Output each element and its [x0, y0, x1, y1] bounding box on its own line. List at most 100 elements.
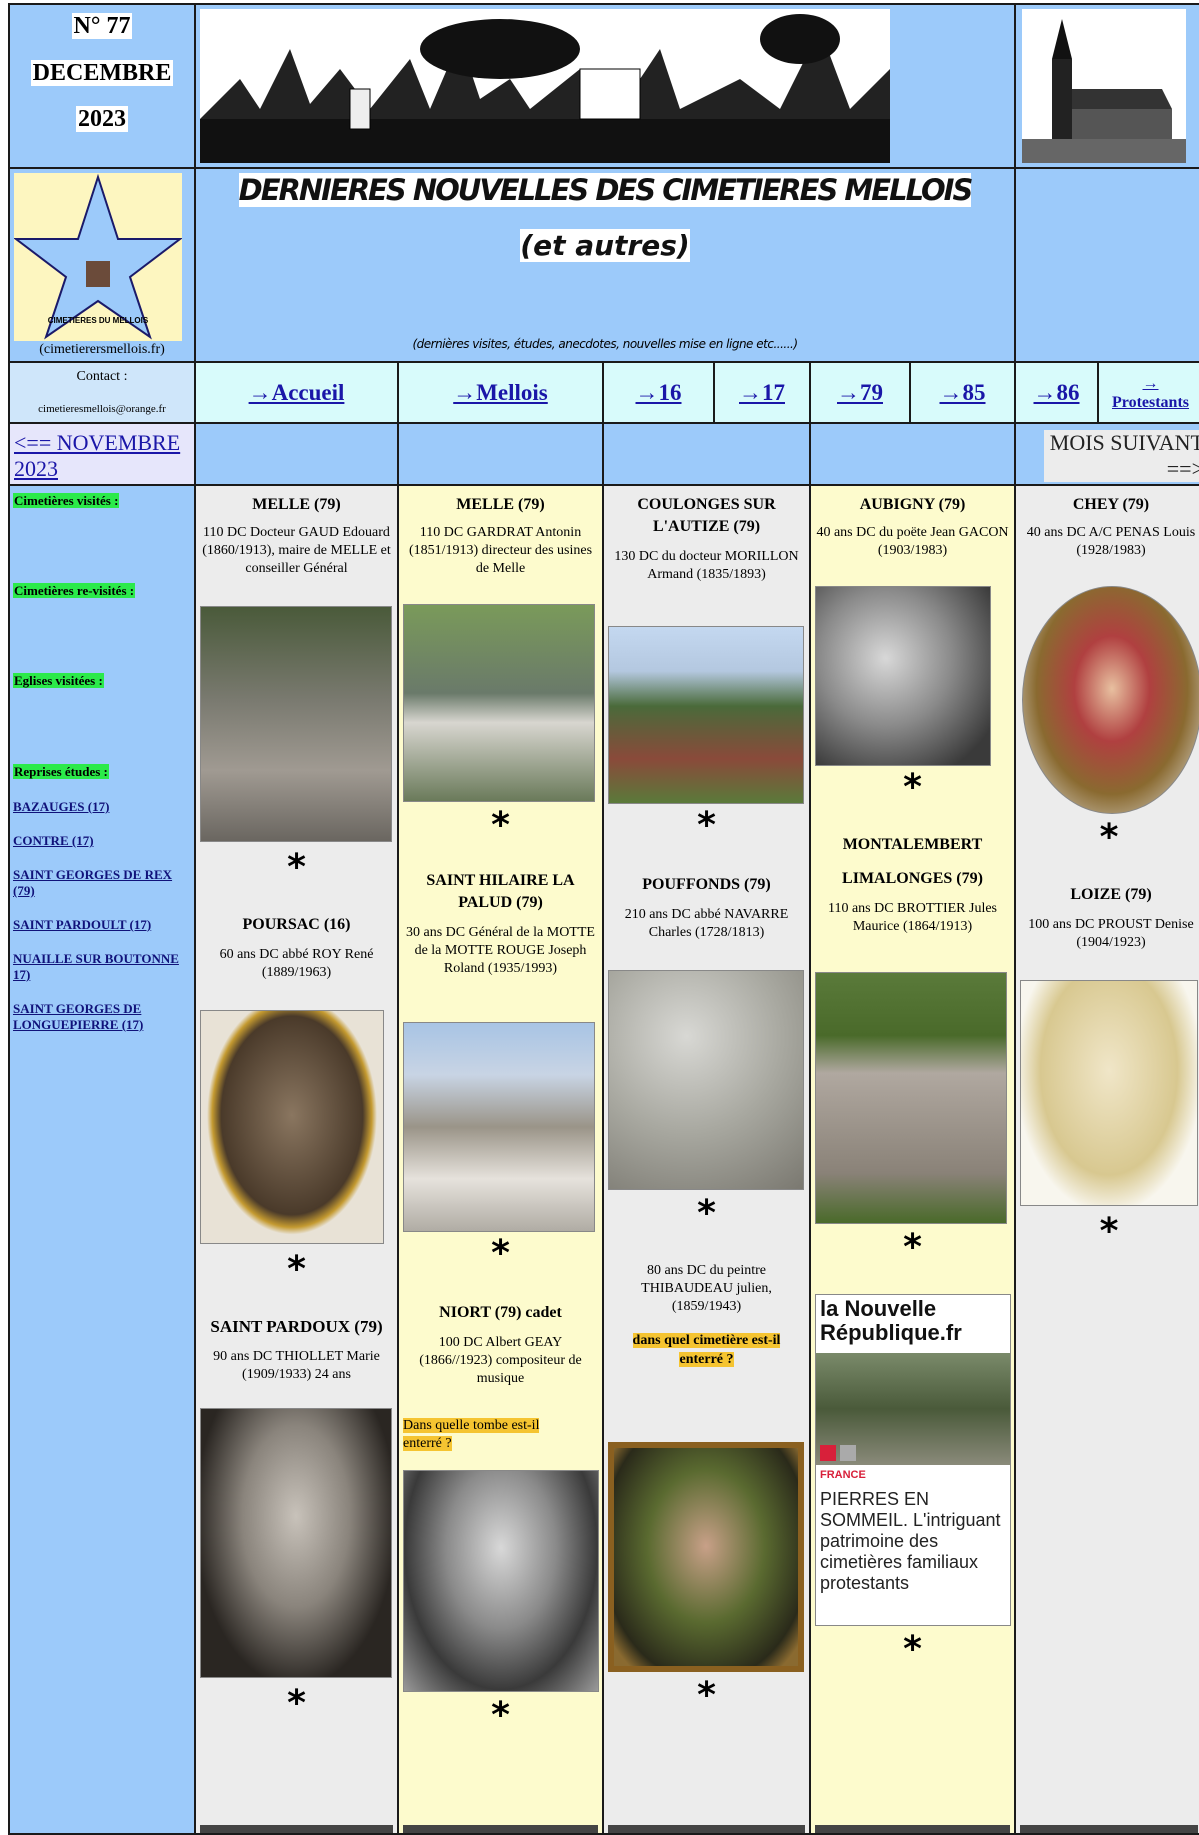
home-icon[interactable]: [820, 1445, 836, 1461]
sidebar-churches-tag: Eglises visitées :: [13, 673, 104, 688]
brottier-grave-photo[interactable]: [815, 972, 1007, 1224]
col4-b-title-1: MONTALEMBERT: [842, 836, 983, 853]
next-month-link[interactable]: MOIS SUIVANT==>: [1044, 430, 1199, 482]
col4-b-title-2: LIMALONGES (79): [842, 870, 983, 887]
news-headline: PIERRES EN SOMMEIL. L'intriguant patrimo…: [820, 1489, 1001, 1593]
col2-star-1: *: [491, 805, 510, 846]
nav-accueil-cell: →Accueil: [194, 361, 399, 424]
nav-86-link[interactable]: →86: [1034, 380, 1080, 406]
banner-cell: [194, 3, 1016, 169]
nav-mellois-link[interactable]: →Mellois: [453, 380, 548, 406]
sidebar-link-contre[interactable]: CONTRE (17): [13, 833, 188, 849]
issue-year: 2023: [76, 106, 128, 132]
marie-thiollet-portrait[interactable]: [200, 1408, 392, 1678]
col5-footer-banner: [1020, 1825, 1198, 1833]
abbe-roy-portrait[interactable]: [200, 1010, 384, 1244]
contact-cell: Contact : cimetieresmellois@orange.fr: [8, 361, 196, 424]
nav-protestants-link[interactable]: Protestants: [1112, 393, 1189, 412]
sidebar-link-saint-georges-de-rex[interactable]: SAINT GEORGES DE REX (79): [13, 867, 188, 899]
nav-79-link[interactable]: →79: [837, 380, 883, 406]
sidebar-studies-tag: Reprises études :: [13, 764, 109, 779]
pager-spacer-2: [397, 422, 604, 486]
contact-email[interactable]: cimetieresmellois@orange.fr: [10, 403, 194, 415]
contact-label: Contact :: [76, 369, 128, 384]
nav-accueil-link[interactable]: →Accueil: [249, 380, 345, 406]
gardrat-grave-photo[interactable]: [403, 604, 595, 802]
logo-text: CIMETIERES DU MELLOIS: [48, 316, 149, 325]
pouffonds-stone-photo[interactable]: [608, 970, 804, 1190]
news-brand-1: la Nouvelle: [820, 1296, 937, 1321]
issue-number: N° 77: [71, 13, 133, 39]
col5-a-title: CHEY (79): [1072, 496, 1150, 513]
col2-c-text: 100 DC Albert GEAY (1866//1923) composit…: [419, 1335, 582, 1386]
site-title: DERNIERES NOUVELLES DES CIMETIERES MELLO…: [238, 173, 973, 207]
next-month-cell: MOIS SUIVANT==>: [1014, 422, 1199, 486]
col5-star-1: *: [1099, 817, 1119, 858]
site-logo: CIMETIERES DU MELLOIS: [13, 173, 183, 341]
col3-footer-banner: [608, 1825, 805, 1833]
sidebar-link-saint-pardoult[interactable]: SAINT PARDOULT (17): [13, 917, 188, 933]
col2-b-title: SAINT HILAIRE LA PALUD (79): [426, 872, 575, 911]
col2-b-text: 30 ans DC Général de la MOTTE de la MOTT…: [406, 925, 595, 976]
col2-star-2: *: [491, 1233, 510, 1274]
sidebar-link-saint-georges-de-longuepierre[interactable]: SAINT GEORGES DE LONGUEPIERRE (17): [13, 1001, 188, 1033]
col4-star-3: *: [903, 1629, 922, 1670]
prev-month-cell: <== NOVEMBRE 2023: [8, 422, 196, 486]
col5-a-text: 40 ans DC A/C PENAS Louis (1928/1983): [1026, 525, 1196, 558]
site-tagline: (dernières visites, études, anecdotes, n…: [412, 337, 798, 351]
share-icon[interactable]: [840, 1445, 856, 1461]
sidebar-link-nuaille-sur-boutonne[interactable]: NUAILLE SUR BOUTONNE 17): [13, 951, 188, 983]
col1-a-text: 110 DC Docteur GAUD Edouard (1860/1913),…: [202, 525, 391, 576]
nav-79-cell: →79: [809, 361, 911, 424]
col3-c-text: 80 ans DC du peintre THIBAUDEAU julien, …: [641, 1263, 772, 1314]
nav-mellois-cell: →Mellois: [397, 361, 604, 424]
col3-star-2: *: [697, 1193, 716, 1234]
church-image: [1022, 9, 1186, 163]
jean-gacon-photo[interactable]: [815, 586, 991, 766]
sidebar-link-list: BAZAUGES (17) CONTRE (17) SAINT GEORGES …: [13, 799, 188, 1033]
col3-b-text: 210 ans DC abbé NAVARRE Charles (1728/18…: [624, 907, 789, 940]
col5-star-2: *: [1099, 1211, 1119, 1252]
star-logo-icon: CIMETIERES DU MELLOIS: [13, 173, 183, 340]
column-2: MELLE (79) 110 DC GARDRAT Antonin (1851/…: [397, 484, 604, 1835]
thibaudeau-painting-photo[interactable]: [608, 1442, 804, 1672]
nouvelle-republique-article[interactable]: la Nouvelle République.fr FRANCE PIERRES…: [815, 1294, 1011, 1626]
column-3: COULONGES SUR L'AUTIZE (79) 130 DC du do…: [602, 484, 811, 1835]
saint-hilaire-grave-photo[interactable]: [403, 1022, 595, 1232]
nav-17-link[interactable]: →17: [739, 380, 785, 406]
column-4: AUBIGNY (79) 40 ans DC du poëte Jean GAC…: [809, 484, 1016, 1835]
cemetery-banner-image: [200, 9, 890, 163]
sidebar-link-bazauges[interactable]: BAZAUGES (17): [13, 799, 188, 815]
site-subtitle: (et autres): [520, 229, 690, 262]
nav-protestants-arrow[interactable]: →: [1143, 374, 1159, 393]
sidebar-visited-tag: Cimetières visités :: [13, 493, 120, 508]
logo-caption: (cimetierersmellois.fr): [39, 342, 165, 357]
nav-16-cell: →16: [602, 361, 715, 424]
logo-cell: CIMETIERES DU MELLOIS (cimetierersmelloi…: [8, 167, 196, 363]
column-5: CHEY (79) 40 ans DC A/C PENAS Louis (192…: [1014, 484, 1199, 1835]
coulonges-cemetery-photo[interactable]: [608, 626, 804, 804]
col1-star-3: *: [287, 1683, 306, 1724]
col1-star-2: *: [287, 1249, 306, 1290]
pager-spacer-1: [194, 422, 399, 486]
col4-star-2: *: [903, 1227, 922, 1268]
title-side-cell: [1014, 167, 1199, 363]
pager-spacer-3: [602, 422, 811, 486]
col4-star-1: *: [903, 767, 922, 808]
col2-star-3: *: [491, 1695, 510, 1736]
nav-85-link[interactable]: →85: [940, 380, 986, 406]
louis-penas-medallion[interactable]: [1022, 586, 1199, 814]
title-cell: DERNIERES NOUVELLES DES CIMETIERES MELLO…: [194, 167, 1016, 363]
albert-geay-portrait[interactable]: [403, 1470, 599, 1692]
column-1: MELLE (79) 110 DC Docteur GAUD Edouard (…: [194, 484, 399, 1835]
sidebar-revisited-tag: Cimetières re-visités :: [13, 583, 136, 598]
prev-month-link[interactable]: <== NOVEMBRE 2023: [14, 430, 180, 482]
nav-16-link[interactable]: →16: [636, 380, 682, 406]
col4-a-text: 40 ans DC du poëte Jean GACON (1903/1983…: [816, 525, 1009, 558]
col3-a-text: 130 DC du docteur MORILLON Armand (1835/…: [614, 549, 799, 582]
church-cell: [1014, 3, 1199, 169]
nav-protestants-cell: → Protestants: [1097, 361, 1199, 424]
melle-grave-photo[interactable]: [200, 606, 392, 842]
col3-a-title: COULONGES SUR L'AUTIZE (79): [637, 496, 776, 535]
denise-proust-portrait[interactable]: [1020, 980, 1198, 1206]
